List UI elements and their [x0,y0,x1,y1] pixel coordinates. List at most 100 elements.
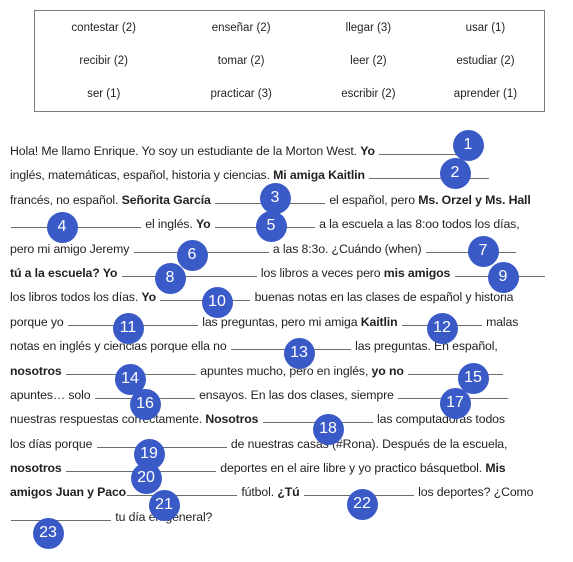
word-bank-body: contestar (2) enseñar (2) llegar (3) usar (… [35,11,544,111]
passage-text: a las 8:3o. ¿Cuándo (when) [269,241,425,256]
passage-text: nuestras respuestas correctamente. [10,412,206,427]
passage-text: los libros todos los días. [10,290,142,305]
passage-text: a la escuela a las 8:oo todos los días, [315,217,520,232]
blank-number-badge[interactable]: 18 [312,413,344,445]
passage-text: de nuestras casas (#Rona). Después de la… [227,436,508,451]
passage-text-bold: Nosotros [205,412,259,427]
blank-number-badge[interactable]: 11 [112,312,144,344]
passage-text-bold: Yo [360,144,375,158]
passage-text [62,364,65,378]
passage-line: los días porque de nuestras casas (#Rona… [10,432,566,456]
passage-text: apuntes… solo [10,387,94,402]
word-bank-row: recibir (2) tomar (2) leer (2) estudiar (2) [35,44,544,77]
passage-text: el inglés. [142,217,196,232]
word-bank-table: contestar (2) enseñar (2) llegar (3) usar (… [35,11,544,111]
passage-text [375,144,378,158]
blank-number-badge[interactable]: 17 [439,387,471,419]
word-bank-item: llegar (3) [345,21,392,34]
blank-number-badge[interactable]: 13 [283,337,315,369]
word-bank-item: contestar (2) [71,21,136,34]
passage-text-bold: Mi amiga Kaitlin [273,168,365,183]
passage-text: ensayos. En las dos clases, siempre [195,387,398,402]
blank-number-badge[interactable]: 20 [130,462,162,494]
passage-text-bold: mis amigos [383,265,451,280]
passage-text [300,485,303,499]
passage-text: malas [482,314,519,329]
word-bank-row: ser (1) practicar (3) escribir (2) aprender… [35,78,544,111]
passage-text: las computadoras todos [373,412,505,427]
word-bank-item: leer (2) [350,54,387,67]
passage-text: los días porque [10,436,96,451]
passage-text: Hola! Me llamo Enrique. Yo soy un estudi… [10,144,361,158]
passage-text-bold: yo no [371,363,404,378]
blank-number-badge[interactable]: 8 [154,262,186,294]
blank-number-badge[interactable]: 1 [452,129,484,161]
passage-line: porque yo las preguntas, pero mi amiga K… [10,310,566,334]
passage-line: amigos Juan y Paco fútbol. ¿Tú los depor… [10,480,566,504]
passage-text-bold: tú a la escuela? [10,265,103,280]
word-bank-item: tomar (2) [217,54,265,67]
passage-text [450,266,453,280]
passage-text: las preguntas. En español, [351,339,498,354]
passage-text: apuntes mucho, pero en inglés, [196,363,372,378]
word-bank: contestar (2) enseñar (2) llegar (3) usar (… [34,10,545,112]
blank-number-badge[interactable]: 10 [201,286,233,318]
passage-text [211,193,214,207]
word-bank-item: aprender (1) [453,88,518,101]
passage-text: los libros a veces pero [257,265,384,280]
blank-number-badge[interactable]: 6 [176,239,208,271]
answer-blank[interactable] [11,508,111,521]
passage-text-bold: Ms. Orzel y Ms. Hall [418,192,531,207]
blank-number-badge[interactable]: 23 [32,517,64,549]
passage-text-bold: Yo [102,265,118,280]
passage-text [258,412,261,426]
passage-text: francés, no español. [10,192,122,207]
answer-blank[interactable] [369,166,490,180]
passage-line: nuestras respuestas correctamente. Nosot… [10,407,566,431]
passage-text: deportes en el aire libre y yo practico … [216,461,486,476]
word-bank-item: usar (1) [465,21,506,34]
passage-text [365,168,368,182]
passage-text-bold: nosotros [10,461,62,476]
passage-text-bold: Yo [195,217,211,232]
blank-number-badge[interactable]: 12 [426,312,458,344]
word-bank-item: estudiar (2) [456,54,515,67]
passage-text [397,315,400,329]
blank-number-badge[interactable]: 2 [439,157,471,189]
word-bank-item: practicar (3) [210,88,272,101]
passage-text-bold: Mis [485,461,506,476]
passage-text: inglés, matemáticas, español, historia y… [10,168,274,183]
passage-line: el inglés. Yo a la escuela a las 8:oo to… [10,212,566,236]
passage-text: el español, pero [326,192,419,207]
blank-number-badge[interactable]: 5 [255,210,287,242]
passage-text-bold: nosotros [10,363,62,378]
passage-line: inglés, matemáticas, español, historia y… [10,163,566,187]
blank-number-badge[interactable]: 7 [467,235,499,267]
passage-text: porque yo [10,314,67,329]
passage-text [211,217,214,231]
passage-text [62,461,65,475]
blank-number-badge[interactable]: 21 [148,489,180,521]
passage-text: fútbol. [238,485,278,500]
passage-text [117,266,120,280]
passage-text-bold: Señorita García [121,192,211,207]
blank-number-badge[interactable]: 9 [487,261,519,293]
word-bank-item: escribir (2) [341,88,396,101]
blank-number-badge[interactable]: 22 [346,488,378,520]
passage-text [156,290,159,304]
passage-line: nosotros deportes en el aire libre y yo … [10,456,566,480]
passage-text-bold: ¿Tú [277,485,300,500]
answer-blank[interactable] [408,362,504,375]
word-bank-row: contestar (2) enseñar (2) llegar (3) usar (… [35,11,544,44]
passage-text-bold: Yo [141,290,156,305]
passage-text-bold: amigos Juan y Paco [10,485,127,500]
passage-line: tu día en general? [10,505,566,529]
word-bank-item: recibir (2) [79,54,128,67]
blank-number-badge[interactable]: 16 [129,388,161,420]
passage-text [404,364,407,378]
passage-text-bold: Kaitlin [360,314,398,329]
word-bank-item: enseñar (2) [211,21,271,34]
passage-line: los libros todos los días. Yo buenas not… [10,285,566,309]
blank-number-badge[interactable]: 3 [259,182,291,214]
blank-number-badge[interactable]: 4 [46,211,78,243]
